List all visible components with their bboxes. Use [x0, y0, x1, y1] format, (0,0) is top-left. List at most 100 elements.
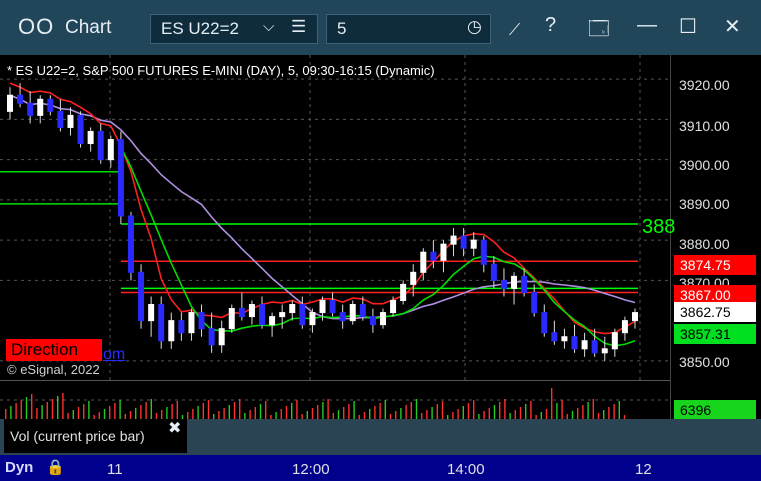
candle-body: [359, 304, 366, 318]
chevron-down-icon[interactable]: ⌵: [263, 18, 274, 35]
candle-body: [148, 304, 155, 322]
interval-selector[interactable]: 5 ◷: [326, 14, 491, 44]
volume-bar: [171, 404, 173, 419]
candle-body: [450, 235, 457, 245]
page-setup-icon[interactable]: 🗔: [588, 14, 610, 48]
volume-bar: [400, 408, 402, 419]
volume-bar: [457, 409, 459, 419]
maximize-icon[interactable]: ☐: [679, 14, 697, 39]
candle-body: [390, 300, 397, 314]
candle-body: [490, 263, 497, 281]
y-tick-3900: 3900.00: [679, 157, 730, 173]
price-chart[interactable]: [0, 55, 670, 381]
volume-bar: [571, 411, 574, 419]
interval-value: 5: [337, 19, 347, 38]
volume-bar: [415, 399, 418, 419]
candle-body: [67, 114, 74, 128]
volume-bar: [395, 411, 397, 419]
volume-bar: [218, 411, 220, 419]
candle-body: [400, 283, 407, 302]
y-tick-3880: 3880.00: [679, 236, 730, 252]
volume-bar: [145, 402, 147, 419]
candle-body: [470, 239, 477, 249]
draw-tool-icon[interactable]: ⟋: [509, 22, 520, 40]
y-tick-3850: 3850.00: [679, 354, 730, 370]
volume-bar: [109, 406, 111, 419]
volume-bar: [514, 410, 516, 419]
volume-bar: [613, 404, 615, 419]
candle-body: [561, 336, 568, 342]
volume-bar: [31, 394, 33, 419]
volume-bar: [46, 402, 48, 419]
volume-bar: [369, 409, 371, 419]
candle-body: [248, 304, 255, 318]
volume-bar: [114, 403, 116, 419]
volume-bar: [525, 404, 527, 419]
candle-body: [47, 98, 54, 112]
x-tick-1400: 14:00: [447, 461, 485, 478]
volume-bar: [57, 396, 59, 419]
clock-icon[interactable]: ◷: [467, 17, 482, 37]
lock-icon[interactable]: 🔒: [46, 458, 65, 476]
candle-body: [511, 275, 518, 289]
volume-bar: [493, 405, 496, 419]
direction-label: Direction: [6, 339, 102, 361]
close-volume-icon[interactable]: ✖: [168, 418, 181, 438]
volume-bar: [603, 410, 605, 419]
volume-chart[interactable]: [0, 381, 670, 419]
volume-bar: [530, 401, 532, 419]
candle-body: [7, 94, 13, 112]
volume-bar: [556, 403, 558, 419]
candle-body: [37, 98, 44, 116]
candle-body: [521, 275, 528, 293]
volume-bar: [228, 405, 230, 419]
volume-bar: [119, 400, 121, 419]
candle-body: [500, 279, 507, 289]
candle-body: [107, 139, 114, 161]
volume-bar: [410, 402, 412, 419]
volume-bar: [233, 402, 236, 419]
candle-body: [97, 130, 104, 161]
minimize-icon[interactable]: —: [637, 14, 657, 37]
volume-bar: [488, 408, 490, 419]
volume-bar: [296, 400, 298, 419]
volume-bar: [207, 400, 210, 419]
list-icon[interactable]: ☰: [291, 17, 306, 37]
volume-bar: [551, 388, 553, 419]
close-icon[interactable]: ✕: [724, 14, 741, 39]
volume-bar: [291, 403, 293, 419]
volume-bar: [62, 393, 64, 419]
candle-body: [27, 102, 34, 116]
symbol-value: ES U22=2: [161, 19, 239, 38]
volume-bar: [311, 408, 314, 419]
volume-value: 6396: [674, 400, 756, 420]
volume-bar: [384, 400, 386, 419]
volume-bar: [348, 404, 350, 419]
candle-body: [188, 312, 195, 334]
chart-symbol-label: * ES U22=2, S&P 500 FUTURES E-MINI (DAY)…: [7, 63, 435, 78]
candle-body: [430, 251, 437, 261]
volume-bar: [592, 399, 594, 419]
volume-bar: [192, 409, 194, 419]
candle-body: [279, 312, 286, 318]
symbol-selector[interactable]: ES U22=2 ⌵ ☰: [150, 14, 318, 44]
candle-body: [208, 328, 215, 346]
candle-body: [117, 139, 124, 217]
candle-body: [581, 340, 588, 350]
candle-body: [299, 304, 306, 326]
volume-bar: [499, 402, 501, 419]
candle-body: [218, 328, 225, 346]
candle-body: [601, 348, 608, 354]
volume-bar: [202, 403, 204, 419]
dynamic-label[interactable]: Dyn: [5, 459, 33, 476]
candle-body: [369, 316, 376, 326]
candle-body: [87, 130, 94, 145]
volume-bar: [83, 404, 85, 419]
volume-bar: [473, 400, 475, 419]
candle-body: [379, 312, 386, 326]
candle-body: [57, 110, 64, 128]
volume-bar: [150, 399, 152, 419]
candle-body: [178, 320, 185, 334]
volume-bar: [98, 412, 100, 419]
help-icon[interactable]: ?: [545, 14, 556, 37]
